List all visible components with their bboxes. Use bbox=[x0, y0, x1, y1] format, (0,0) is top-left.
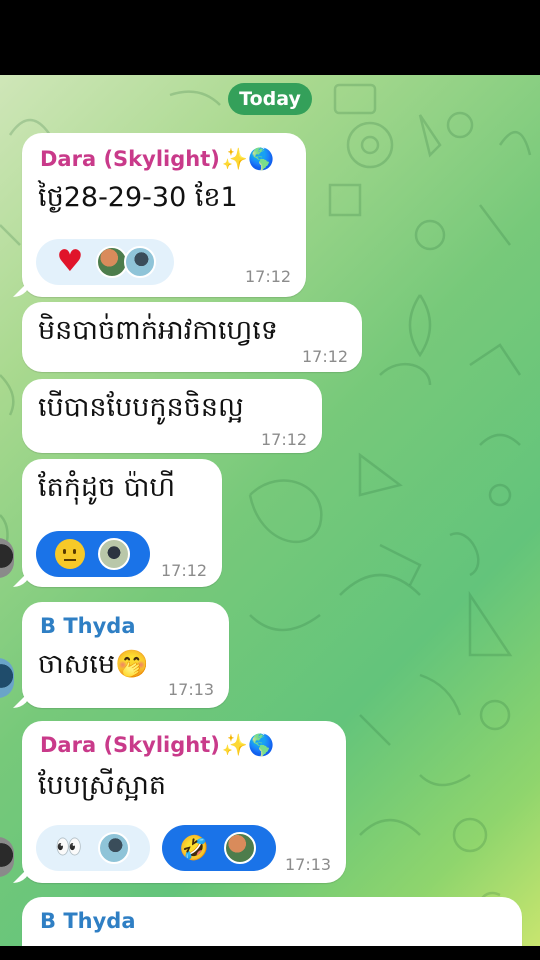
message-time: 17:13 bbox=[168, 680, 215, 699]
message-bubble[interactable]: B Thyda ចាសមេ🤭 17:13 bbox=[22, 602, 229, 708]
sender-name[interactable]: Dara (Skylight)✨🌎 bbox=[40, 733, 274, 758]
message-time: 17:13 bbox=[285, 855, 332, 874]
status-bar bbox=[0, 0, 540, 75]
bottom-bar bbox=[0, 946, 540, 960]
message-bubble[interactable]: B Thyda bbox=[22, 897, 522, 946]
message-bubble[interactable]: មិនបាច់ពាក់អាវកាហ្វេទេ 17:12 bbox=[22, 302, 362, 372]
avatar bbox=[98, 538, 130, 570]
message-bubble[interactable]: Dara (Skylight)✨🌎 ថ្ងៃ28-29-30 ខែ1 ♥ 17:… bbox=[22, 133, 306, 297]
heart-icon: ♥ bbox=[56, 244, 84, 279]
reaction-heart[interactable]: ♥ bbox=[36, 239, 174, 285]
eyes-icon: 👀 bbox=[55, 835, 82, 860]
rolling-laughing-icon: 🤣 bbox=[179, 834, 209, 862]
sender-emojis: ✨🌎 bbox=[221, 147, 275, 171]
reaction-neutral[interactable] bbox=[36, 531, 150, 577]
sender-emojis: ✨🌎 bbox=[221, 733, 275, 757]
date-separator: Today bbox=[228, 83, 312, 115]
message-text: តែកុំដូច ប៉ាហី bbox=[38, 472, 176, 503]
message-text: មិនបាច់ពាក់អាវកាហ្វេទេ bbox=[38, 315, 278, 346]
hand-over-mouth-emoji: 🤭 bbox=[115, 649, 149, 680]
message-text: បែបស្រីស្អាត bbox=[38, 770, 167, 801]
message-time: 17:12 bbox=[261, 430, 308, 449]
reaction-eyes[interactable]: 👀 bbox=[36, 825, 150, 871]
avatar bbox=[224, 832, 256, 864]
message-text: ចាសមេ🤭 bbox=[38, 649, 149, 680]
sender-name[interactable]: Dara (Skylight)✨🌎 bbox=[40, 147, 274, 172]
reaction-rofl[interactable]: 🤣 bbox=[162, 825, 276, 871]
avatar bbox=[124, 246, 156, 278]
message-text: បើបានបែបកូនចិនល្អ bbox=[38, 392, 244, 423]
neutral-face-icon bbox=[54, 538, 86, 570]
message-bubble[interactable]: Dara (Skylight)✨🌎 បែបស្រីស្អាត 👀 🤣 17:13 bbox=[22, 721, 346, 883]
sender-name[interactable]: B Thyda bbox=[40, 909, 135, 933]
sender-name[interactable]: B Thyda bbox=[40, 614, 135, 638]
message-text: ថ្ងៃ28-29-30 ខែ1 bbox=[38, 182, 238, 213]
chat-area[interactable]: Today Dara (Skylight)✨🌎 ថ្ងៃ28-29-30 ខែ1… bbox=[0, 75, 540, 946]
message-time: 17:12 bbox=[245, 267, 292, 286]
avatar bbox=[98, 832, 130, 864]
message-bubble[interactable]: បើបានបែបកូនចិនល្អ 17:12 bbox=[22, 379, 322, 453]
message-bubble[interactable]: តែកុំដូច ប៉ាហី 17:12 bbox=[22, 459, 222, 587]
message-time: 17:12 bbox=[161, 561, 208, 580]
message-time: 17:12 bbox=[302, 347, 349, 366]
